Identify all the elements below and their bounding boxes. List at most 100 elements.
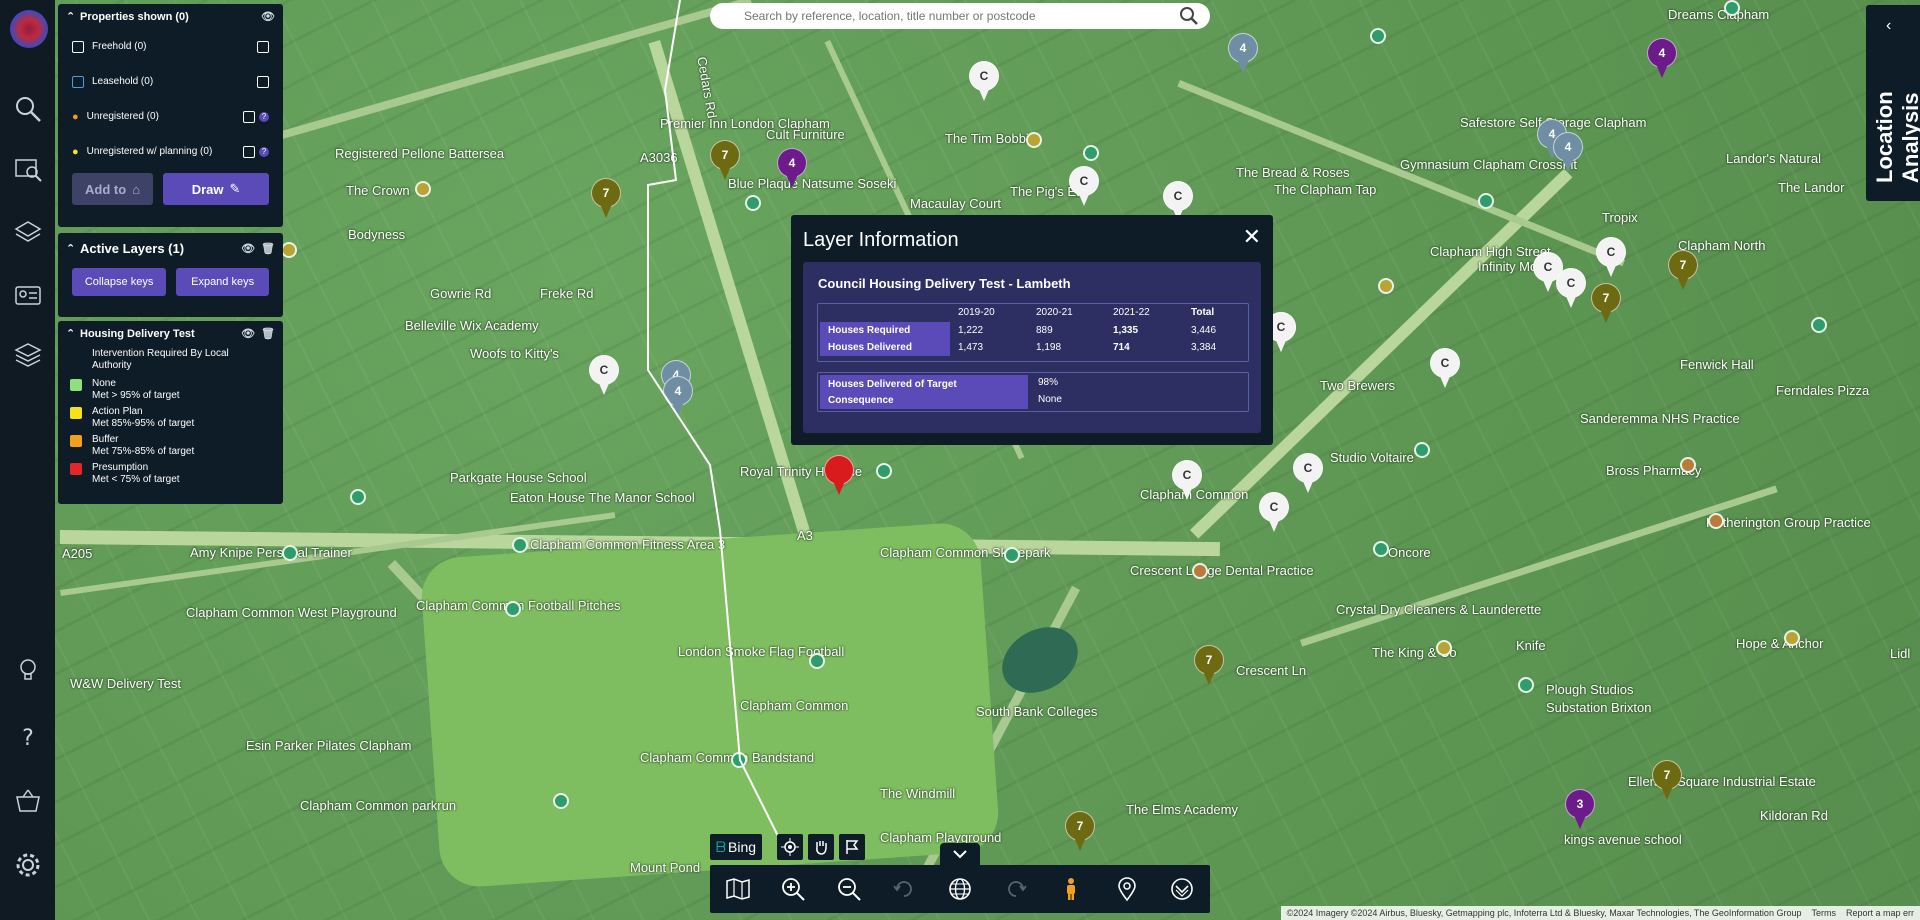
unregistered-planning-checkbox[interactable] (243, 145, 255, 158)
help-icon[interactable]: ? (11, 720, 45, 754)
unregistered-planning-row[interactable]: ● Unregistered w/ planning (0) ? (58, 134, 283, 169)
collapse-keys-button[interactable]: Collapse keys (72, 268, 167, 296)
key-item: Presumption Met < 75% of target (58, 460, 283, 488)
table-cell: 1,335 (1113, 325, 1139, 336)
location-analysis-tab[interactable]: ‹ Location Analysis (1866, 5, 1920, 201)
zoom-in-icon[interactable] (776, 872, 810, 906)
row-label: Houses Delivered (820, 339, 950, 356)
dialog-title: Layer Information (803, 229, 959, 251)
id-card-icon[interactable] (11, 278, 45, 312)
chevron-up-icon[interactable]: ⌃ (66, 242, 80, 255)
eye-icon[interactable]: 👁 (241, 327, 255, 340)
chevron-up-icon[interactable]: ⌃ (66, 10, 80, 23)
key-item: Buffer Met 75%-85% of target (58, 432, 283, 460)
column-header: 2021-22 (1113, 307, 1150, 318)
toolbar-toggle[interactable] (940, 843, 980, 865)
summary-value: 98% (1038, 377, 1059, 388)
unregistered-label: Unregistered (0) (86, 111, 159, 122)
flag-icon[interactable] (839, 834, 865, 860)
draw-button[interactable]: Draw ✎ (163, 173, 269, 205)
left-nav: ? (0, 0, 55, 920)
leasehold-checkbox[interactable] (257, 75, 269, 88)
svg-text:?: ? (22, 726, 34, 751)
satellite-basemap-icon[interactable] (1165, 872, 1199, 906)
table-cell: 1,222 (958, 325, 984, 336)
layer-key-panel: ⌃ Housing Delivery Test 👁 🗑 Intervention… (58, 321, 283, 504)
key-swatch (70, 435, 82, 447)
key-name: None (92, 378, 116, 389)
map-layers-icon[interactable] (11, 338, 45, 372)
key-desc: Met > 95% of target (92, 390, 180, 401)
info-icon[interactable]: ? (259, 111, 269, 122)
active-layers-header[interactable]: ⌃ Active Layers (1) 👁 🗑 (58, 233, 283, 264)
properties-header[interactable]: ⌃ Properties shown (0) 👁 (58, 4, 283, 29)
summary-labels: Houses Delivered of Target Consequence (820, 375, 1028, 409)
settings-gear-icon[interactable] (11, 848, 45, 882)
chevron-down-icon (953, 850, 967, 859)
unregistered-checkbox[interactable] (243, 110, 255, 123)
expand-keys-button[interactable]: Expand keys (176, 268, 269, 296)
dialog-content: Council Housing Delivery Test - Lambeth … (803, 262, 1261, 433)
eye-icon[interactable]: 👁 (241, 242, 255, 255)
lightbulb-icon[interactable] (11, 652, 45, 686)
zoom-out-icon[interactable] (832, 872, 866, 906)
chevron-up-icon[interactable]: ⌃ (66, 327, 80, 340)
freehold-row[interactable]: Freehold (0) (58, 29, 283, 64)
street-view-person-icon[interactable] (1054, 872, 1088, 906)
properties-panel: ⌃ Properties shown (0) 👁 Freehold (0) Le… (58, 4, 283, 227)
freehold-swatch (72, 40, 84, 53)
row-label: Houses Required (820, 322, 950, 339)
search-bar[interactable] (710, 3, 1210, 29)
properties-title: Properties shown (0) (80, 10, 189, 23)
freehold-checkbox[interactable] (257, 40, 269, 53)
eye-icon[interactable]: 👁 (261, 10, 275, 23)
bing-label: Bing (728, 839, 757, 855)
unregistered-row[interactable]: ● Unregistered (0) ? (58, 99, 283, 134)
dialog-subtitle: Council Housing Delivery Test - Lambeth (818, 276, 1071, 291)
leasehold-row[interactable]: Leasehold (0) (58, 64, 283, 99)
search-input[interactable] (742, 8, 1176, 24)
trash-icon[interactable]: 🗑 (261, 327, 275, 340)
trash-icon[interactable]: 🗑 (261, 242, 275, 255)
attribution-text: ©2024 Imagery ©2024 Airbus, Bluesky, Get… (1286, 908, 1802, 918)
table-cell: 889 (1036, 325, 1053, 336)
map-search-icon[interactable] (11, 152, 45, 186)
yellow-pin-icon: ● (72, 145, 79, 158)
location-pin-icon[interactable] (1110, 872, 1144, 906)
map-view-icon[interactable] (721, 872, 755, 906)
add-to-button[interactable]: Add to ⌂ (72, 173, 154, 205)
key-swatch (70, 379, 82, 391)
layer-key-header[interactable]: ⌃ Housing Delivery Test 👁 🗑 (58, 321, 283, 346)
layer-key-title: Housing Delivery Test (80, 327, 195, 340)
active-layers-panel: ⌃ Active Layers (1) 👁 🗑 Collapse keys Ex… (58, 233, 283, 317)
report-map-error-link[interactable]: Report a map err (1846, 908, 1914, 918)
layers-icon[interactable] (11, 216, 45, 250)
bing-icon: ᗷ (715, 838, 727, 855)
close-icon[interactable]: ✕ (1243, 224, 1261, 250)
key-intro: Intervention Required By Local Authority (92, 348, 229, 371)
key-item: None Met > 95% of target (58, 376, 283, 404)
key-name: Buffer (92, 434, 119, 445)
map-canvas[interactable]: Premier Inn London Clapham Cult Furnitur… (0, 0, 1920, 920)
info-icon[interactable]: ? (259, 146, 269, 157)
basket-icon[interactable] (11, 784, 45, 818)
map-attribution: ©2024 Imagery ©2024 Airbus, Bluesky, Get… (1280, 906, 1920, 920)
search-icon[interactable] (1176, 3, 1202, 29)
summary-label: Houses Delivered of Target (828, 379, 957, 390)
active-layers-title: Active Layers (1) (80, 241, 185, 256)
orange-pin-icon: ● (72, 110, 79, 123)
pan-hand-icon[interactable] (808, 834, 834, 860)
app-logo[interactable] (10, 10, 48, 48)
route-line (647, 0, 781, 841)
key-swatch (70, 463, 82, 475)
table-cell: 714 (1113, 342, 1130, 353)
terms-link[interactable]: Terms (1811, 908, 1836, 918)
locate-icon[interactable] (777, 834, 803, 860)
bing-badge: ᗷ Bing (710, 834, 762, 860)
rotate-right-icon[interactable] (999, 872, 1033, 906)
table-cell: 3,446 (1191, 325, 1217, 336)
table-cell: 1,473 (958, 342, 984, 353)
search-icon[interactable] (11, 92, 45, 126)
globe-icon[interactable] (943, 872, 977, 906)
rotate-left-icon[interactable] (887, 872, 921, 906)
